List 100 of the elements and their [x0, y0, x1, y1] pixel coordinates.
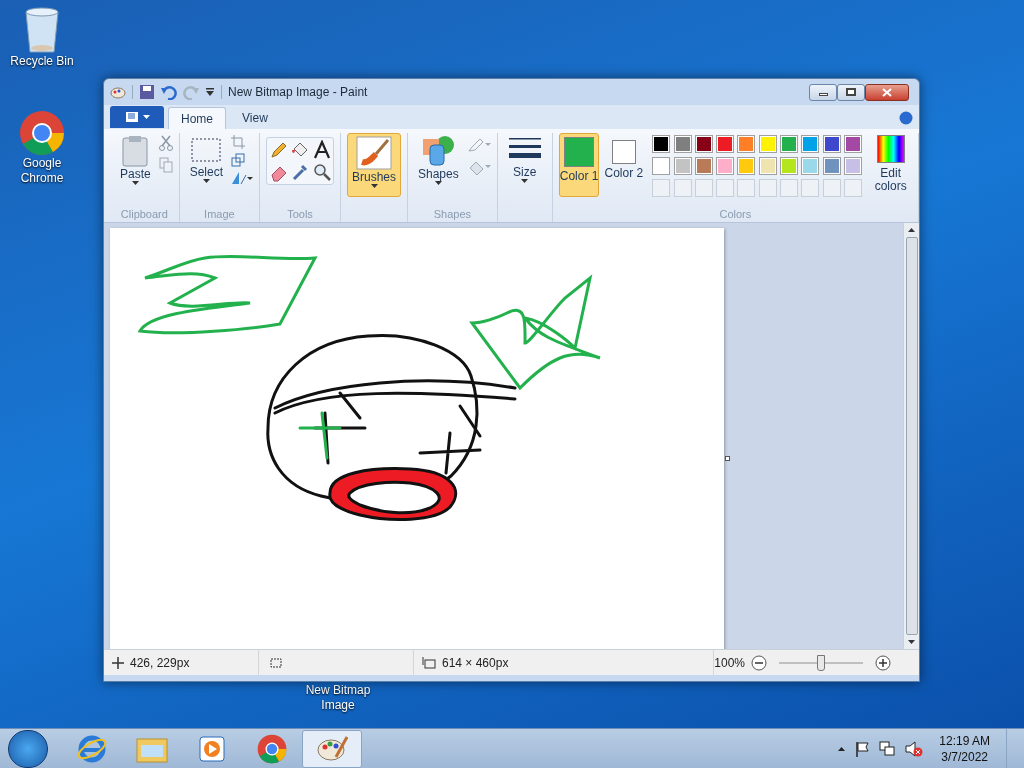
ribbon-tab[interactable]: Home	[168, 107, 226, 129]
browser-e-icon	[77, 733, 107, 764]
palette-swatch[interactable]	[716, 135, 735, 153]
zoom-thumb[interactable]	[817, 654, 825, 671]
paint-app-icon[interactable]	[110, 84, 126, 100]
palette-swatch[interactable]	[737, 135, 756, 153]
palette-swatch[interactable]	[758, 135, 777, 153]
caret-icon	[434, 181, 442, 185]
scissors-icon[interactable]	[158, 135, 173, 151]
group-label: Shapes	[433, 207, 471, 222]
selection-icon	[190, 135, 223, 165]
palette-swatch[interactable]	[801, 135, 820, 153]
empty-swatch[interactable]	[822, 179, 841, 197]
desktop-icon-label[interactable]: Google Chrome	[4, 156, 80, 186]
resize-handle[interactable]	[725, 456, 730, 461]
resize-icon[interactable]	[231, 153, 246, 167]
media-player-icon	[198, 734, 226, 763]
group-label: Clipboard	[120, 207, 168, 222]
shapes-icon	[421, 135, 456, 167]
caret-icon	[521, 179, 529, 183]
palette-icon	[316, 734, 348, 763]
scroll-down-icon[interactable]	[908, 640, 915, 644]
color-slot-button[interactable]: Color 1	[558, 133, 600, 197]
empty-swatch[interactable]	[758, 179, 777, 197]
palette-swatch[interactable]	[652, 157, 671, 175]
caret-icon	[370, 184, 378, 188]
color-slot-button[interactable]: Color 2	[603, 133, 645, 197]
empty-swatch[interactable]	[652, 179, 671, 197]
zoom-slider[interactable]	[779, 654, 863, 671]
image-button[interactable]: Select	[185, 133, 228, 197]
vertical-scrollbar[interactable]	[903, 223, 919, 649]
desktop-icon-label[interactable]: Recycle Bin	[10, 54, 74, 69]
zoom-out-icon[interactable]	[751, 654, 767, 671]
palette-swatch[interactable]	[780, 135, 799, 153]
palette-swatch[interactable]	[780, 157, 799, 175]
caret-icon	[202, 179, 210, 183]
scroll-up-icon[interactable]	[908, 228, 915, 232]
palette-swatch[interactable]	[844, 157, 863, 175]
group-label: Image	[204, 207, 235, 222]
zoom-in-icon[interactable]	[875, 654, 891, 671]
palette-swatch[interactable]	[822, 135, 841, 153]
group-label: Colors	[719, 207, 752, 222]
rotate-icon[interactable]	[231, 171, 254, 185]
speaker-muted-icon[interactable]	[905, 740, 924, 757]
clipboard-button[interactable]: Paste	[116, 133, 155, 197]
palette-swatch[interactable]	[758, 157, 777, 175]
application-menu-button[interactable]	[110, 106, 164, 128]
close-button[interactable]	[865, 83, 909, 101]
empty-swatch[interactable]	[801, 179, 820, 197]
empty-swatch[interactable]	[694, 179, 713, 197]
empty-swatch[interactable]	[673, 179, 692, 197]
palette-swatch[interactable]	[822, 157, 841, 175]
palette-swatch[interactable]	[844, 135, 863, 153]
palette-swatch[interactable]	[673, 135, 692, 153]
empty-swatch[interactable]	[716, 179, 735, 197]
minimize-button[interactable]	[809, 83, 837, 101]
start-button[interactable]	[8, 729, 48, 768]
selection-size-icon	[269, 656, 283, 669]
magnifier-icon[interactable]	[311, 162, 332, 182]
caret-icon	[131, 181, 139, 185]
canvas-drawing[interactable]	[110, 228, 724, 649]
brushes-button[interactable]: Brushes	[347, 133, 401, 197]
brush-icon	[356, 136, 392, 170]
group-label: Tools	[287, 207, 313, 222]
clock-time[interactable]: 12:19 AM	[939, 732, 990, 749]
crop-icon[interactable]	[231, 135, 246, 149]
clock-date[interactable]: 3/7/2022	[941, 748, 988, 765]
palette-swatch[interactable]	[694, 135, 713, 153]
image-size-icon	[422, 656, 436, 669]
menu-icon	[124, 111, 139, 123]
chrome-icon	[19, 110, 65, 156]
edit-colors-button[interactable]: Edit colors	[869, 133, 912, 193]
taskbar-button[interactable]	[302, 729, 362, 768]
size-button[interactable]: Size	[503, 133, 546, 197]
palette-swatch[interactable]	[737, 157, 756, 175]
tray-expand-icon[interactable]	[838, 746, 846, 751]
empty-swatch[interactable]	[737, 179, 756, 197]
palette-swatch[interactable]	[652, 135, 671, 153]
maximize-button[interactable]	[837, 83, 865, 101]
caret-icon	[142, 115, 150, 119]
shapes-button[interactable]: Shapes	[414, 133, 463, 197]
help-icon[interactable]	[899, 111, 913, 125]
empty-swatch[interactable]	[844, 179, 863, 197]
desktop-icon-label[interactable]: New Bitmap Image	[300, 683, 376, 713]
text-tool-icon[interactable]	[311, 140, 332, 160]
network-icon[interactable]	[879, 740, 896, 757]
palette-swatch[interactable]	[801, 157, 820, 175]
recycle-bin-icon	[23, 6, 61, 54]
save-icon[interactable]	[139, 84, 155, 100]
flag-icon[interactable]	[855, 740, 870, 757]
palette-swatch[interactable]	[694, 157, 713, 175]
outline-icon[interactable]	[466, 137, 491, 153]
image-size: 614 × 460px	[442, 654, 509, 672]
palette-swatch[interactable]	[716, 157, 735, 175]
palette-swatch[interactable]	[673, 157, 692, 175]
undo-icon[interactable]	[161, 84, 177, 100]
empty-swatch[interactable]	[780, 179, 799, 197]
chrome-icon	[257, 733, 287, 764]
ribbon-tab[interactable]: View	[230, 107, 280, 129]
dropdown-icon[interactable]	[205, 87, 215, 97]
